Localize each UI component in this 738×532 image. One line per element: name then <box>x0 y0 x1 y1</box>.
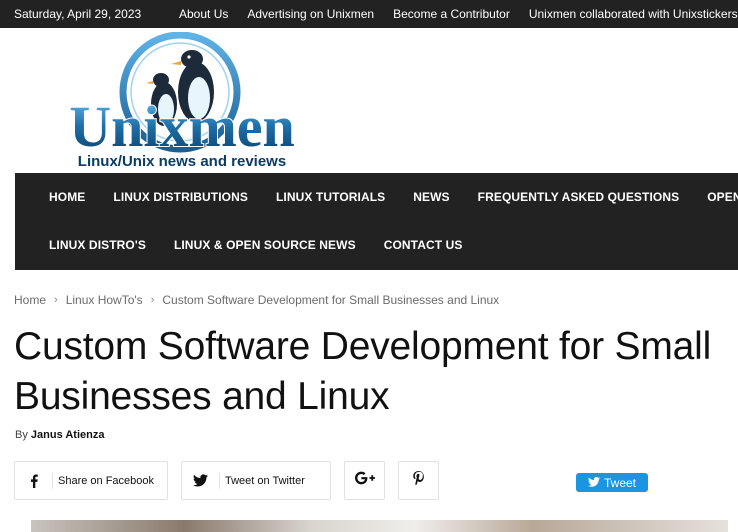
pinterest-icon <box>413 471 424 490</box>
nav-item-linux-distros[interactable]: LINUX DISTRO'S <box>49 238 146 252</box>
top-link-about-us[interactable]: About Us <box>179 7 228 21</box>
tweet-button[interactable]: Tweet <box>576 473 648 492</box>
nav-item-news[interactable]: NEWS <box>413 190 449 204</box>
nav-item-contact-us[interactable]: CONTACT US <box>384 238 463 252</box>
site-logo[interactable]: Unixmen Linux/Unix news and reviews <box>64 31 300 170</box>
share-facebook-button[interactable]: Share on Facebook <box>14 461 168 500</box>
nav-item-linux-tutorials[interactable]: LINUX TUTORIALS <box>276 190 385 204</box>
share-twitter-label: Tweet on Twitter <box>219 472 317 489</box>
breadcrumb-category[interactable]: Linux HowTo's <box>66 293 143 307</box>
main-nav-row-2: LINUX DISTRO'S LINUX & OPEN SOURCE NEWS … <box>49 238 490 252</box>
chevron-right-icon: › <box>150 294 155 306</box>
nav-item-faq[interactable]: FREQUENTLY ASKED QUESTIONS <box>478 190 680 204</box>
nav-item-linux-open-source-news[interactable]: LINUX & OPEN SOURCE NEWS <box>174 238 356 252</box>
share-facebook-label: Share on Facebook <box>52 472 166 489</box>
top-bar-links: About Us Advertising on Unixmen Become a… <box>179 7 738 21</box>
nav-item-linux-distributions[interactable]: LINUX DISTRIBUTIONS <box>113 190 248 204</box>
google-plus-icon <box>354 471 375 490</box>
article-byline: By Janus Atienza <box>15 429 104 441</box>
facebook-icon <box>15 473 52 488</box>
logo-wordmark: Unixmen <box>69 94 295 159</box>
nav-item-home[interactable]: HOME <box>49 190 85 204</box>
share-twitter-button[interactable]: Tweet on Twitter <box>181 461 331 500</box>
logo-tagline: Linux/Unix news and reviews <box>78 153 286 170</box>
breadcrumb: Home › Linux HowTo's › Custom Software D… <box>14 293 499 307</box>
main-nav: HOME LINUX DISTRIBUTIONS LINUX TUTORIALS… <box>15 173 738 270</box>
share-google-plus-button[interactable] <box>344 461 385 500</box>
share-pinterest-button[interactable] <box>398 461 439 500</box>
top-link-advertising[interactable]: Advertising on Unixmen <box>247 7 374 21</box>
top-bar: Saturday, April 29, 2023 About Us Advert… <box>0 0 738 28</box>
main-nav-row-1: HOME LINUX DISTRIBUTIONS LINUX TUTORIALS… <box>49 190 738 204</box>
twitter-bird-icon <box>587 476 600 490</box>
breadcrumb-home[interactable]: Home <box>14 293 46 307</box>
twitter-icon <box>182 474 219 487</box>
nav-item-opensource[interactable]: OPENSOURCE <box>707 190 738 204</box>
author-link[interactable]: Janus Atienza <box>31 429 105 441</box>
top-bar-date: Saturday, April 29, 2023 <box>14 7 142 21</box>
article-title: Custom Software Development for Small Bu… <box>14 325 712 418</box>
article-featured-image <box>31 520 728 532</box>
byline-by-label: By <box>15 429 28 441</box>
tweet-button-label: Tweet <box>603 475 636 490</box>
top-link-become-contributor[interactable]: Become a Contributor <box>393 7 510 21</box>
chevron-right-icon: › <box>54 294 58 306</box>
top-link-unixstickers[interactable]: Unixmen collaborated with Unixstickers <box>529 7 738 21</box>
unixmen-logo-icon: Unixmen Linux/Unix news and reviews <box>68 31 296 170</box>
breadcrumb-current: Custom Software Development for Small Bu… <box>162 293 500 307</box>
